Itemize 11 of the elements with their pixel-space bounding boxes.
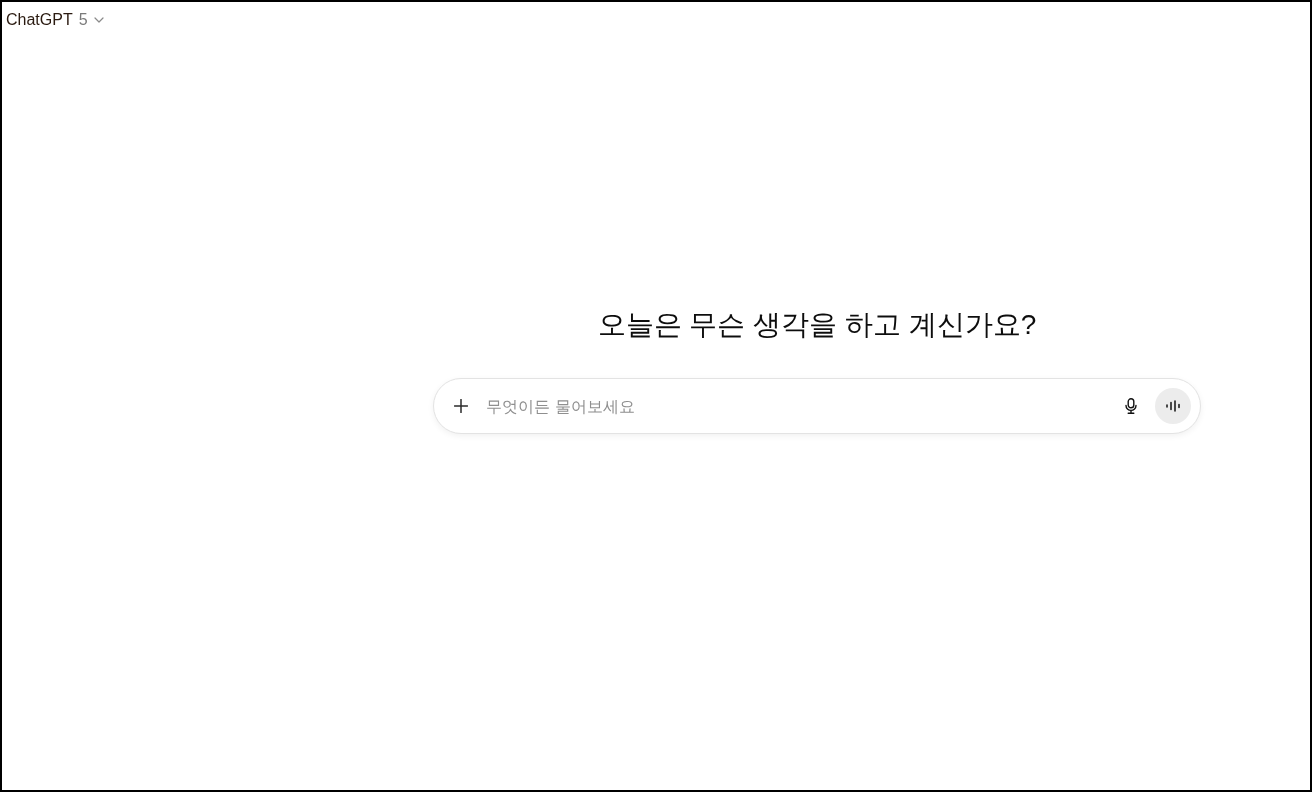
model-title: ChatGPT (6, 11, 73, 29)
message-input[interactable]: 무엇이든 물어보세요 (486, 394, 1113, 418)
microphone-icon (1125, 398, 1137, 414)
plus-icon (454, 399, 468, 413)
voice-mode-button[interactable] (1155, 388, 1191, 424)
sound-wave-icon (1166, 400, 1180, 412)
model-selector[interactable]: ChatGPT 5 (5, 11, 105, 29)
welcome-heading: 오늘은 무슨 생각을 하고 계신가요? (597, 308, 1037, 342)
composer-bar[interactable]: 무엇이든 물어보세요 (433, 378, 1201, 434)
chevron-down-icon (93, 17, 104, 23)
model-version: 5 (78, 11, 88, 29)
